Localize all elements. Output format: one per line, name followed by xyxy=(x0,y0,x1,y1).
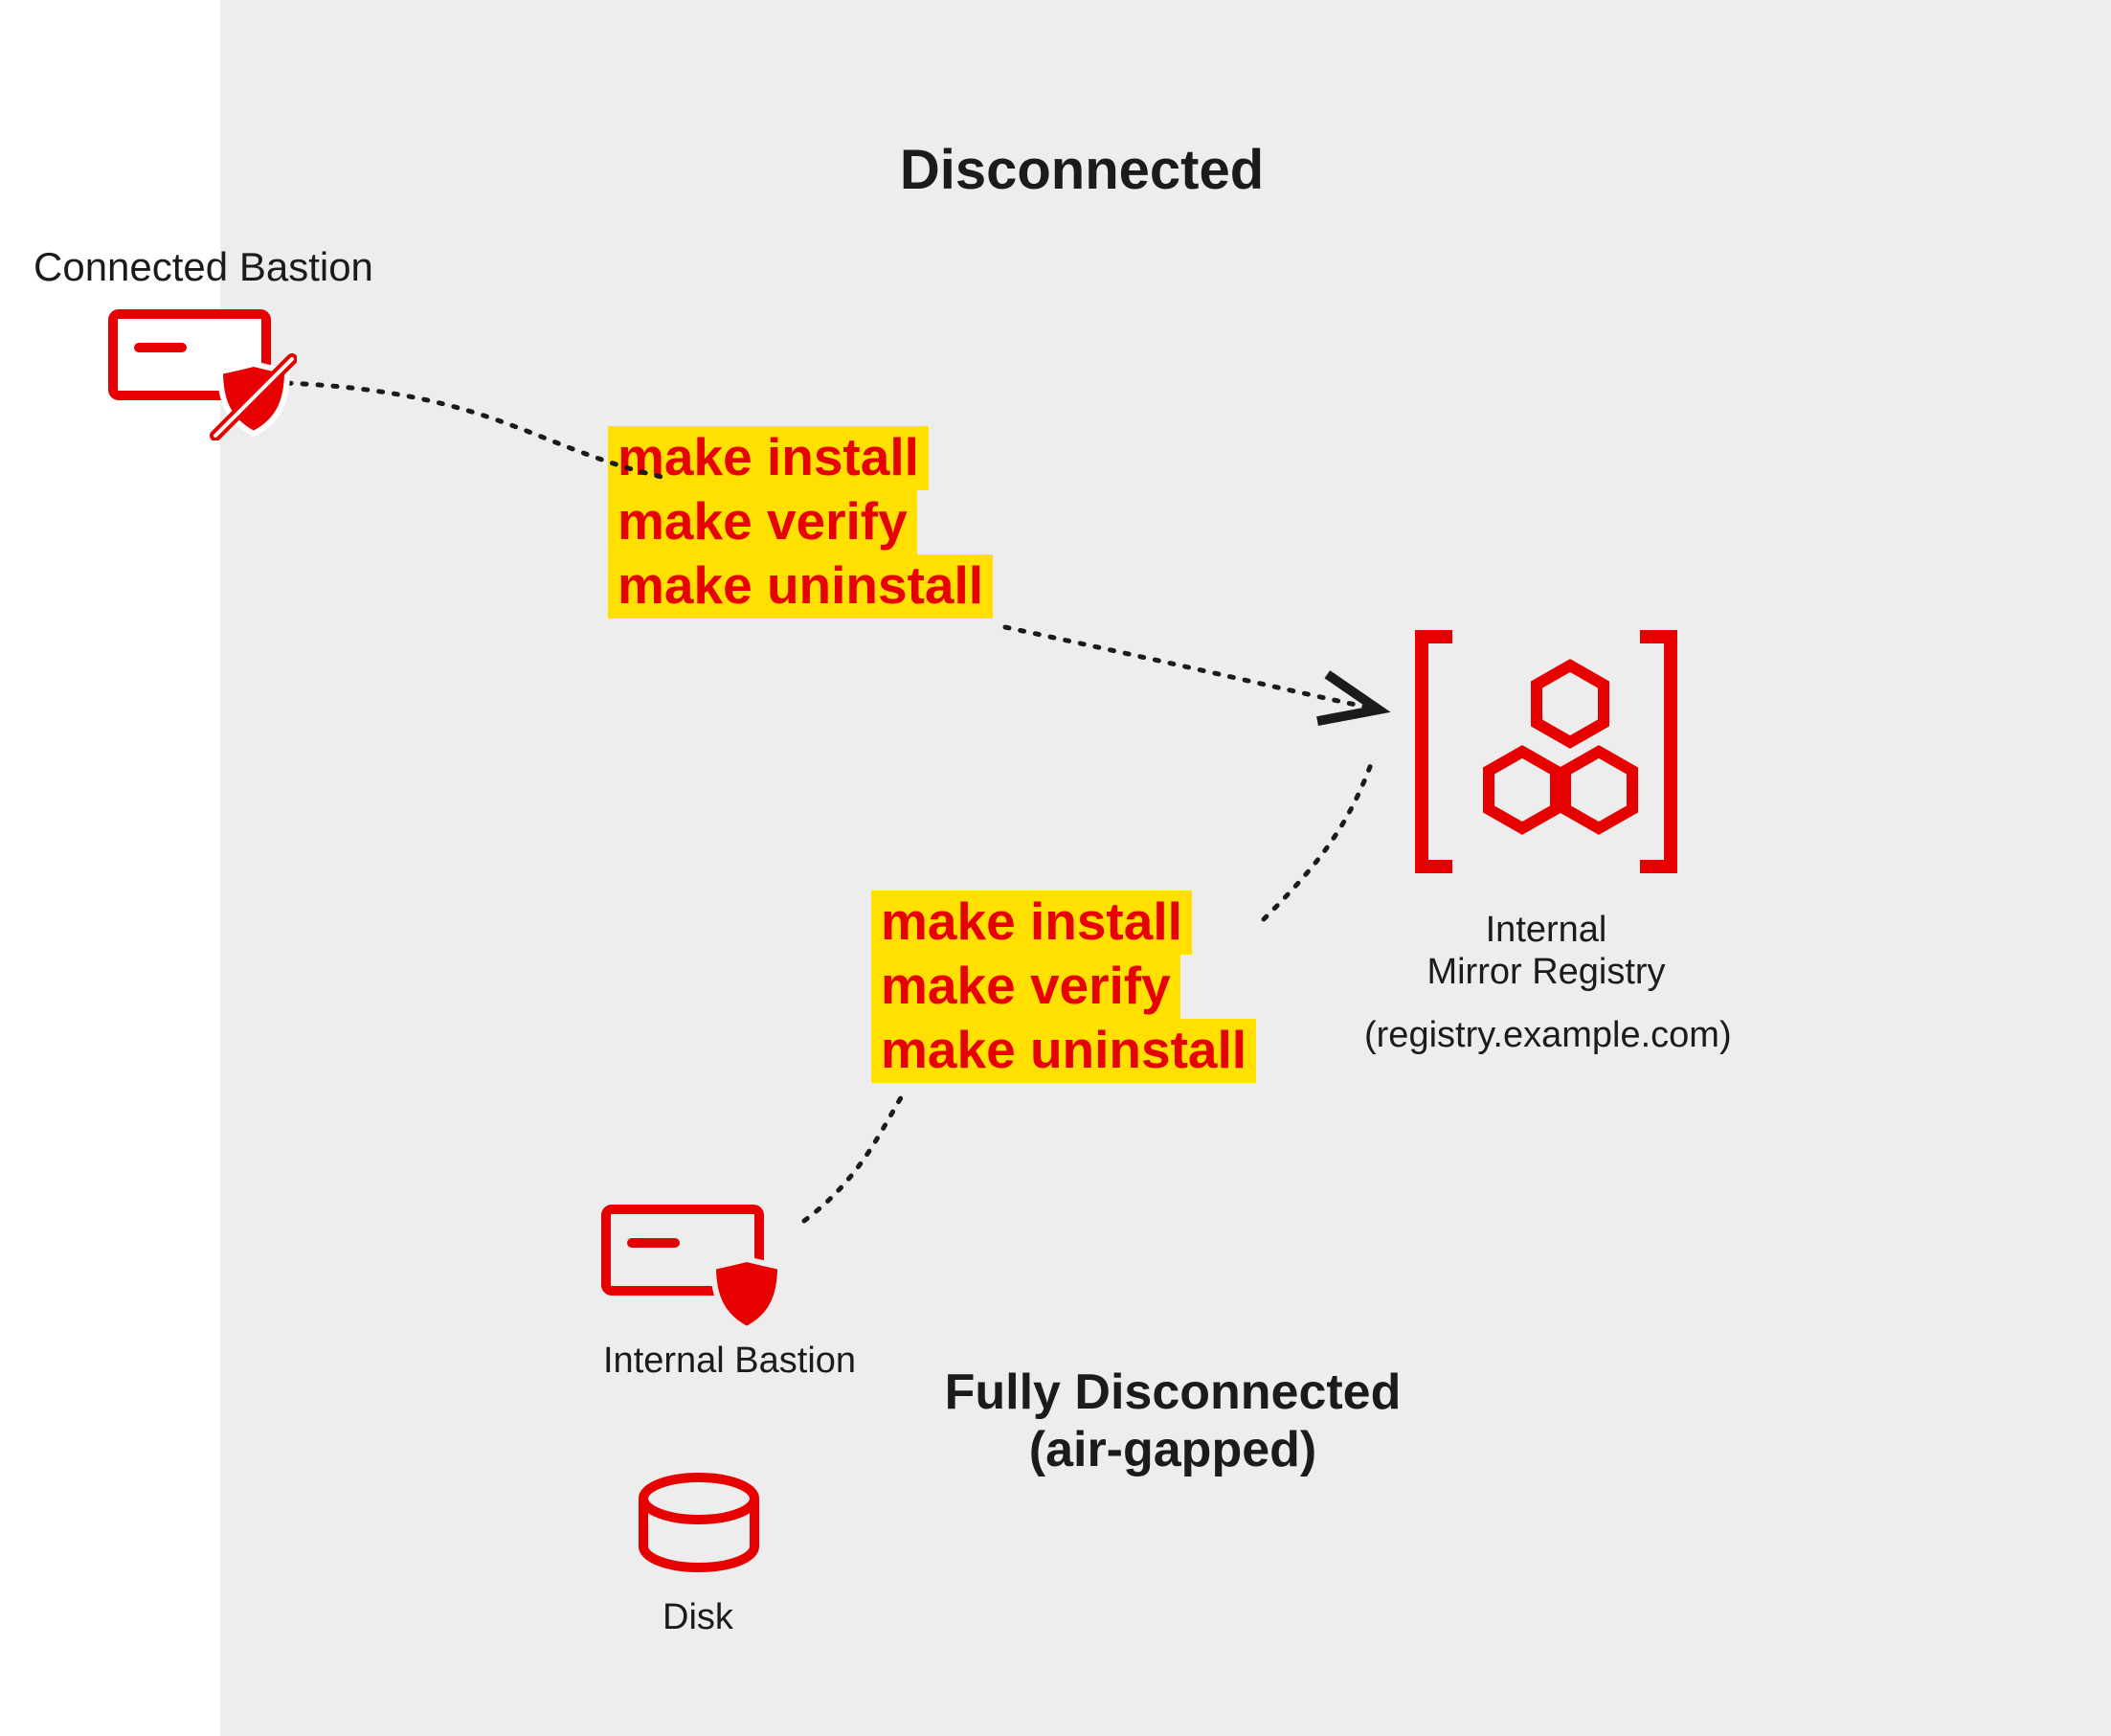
mirror-registry-hostname: (registry.example.com) xyxy=(1364,1015,1728,1057)
zone-title-disconnected: Disconnected xyxy=(842,139,1321,203)
mirror-registry-line2: Mirror Registry xyxy=(1426,952,1665,992)
bastion-icon xyxy=(105,306,297,440)
cmd-1-2: make verify xyxy=(608,490,917,554)
cmd-2-3: make uninstall xyxy=(871,1019,1256,1083)
commands-block-2: make install make verify make uninstall xyxy=(871,891,1256,1083)
zone-title-fully-disconnected: Fully Disconnected (air-gapped) xyxy=(900,1364,1446,1479)
registry-icon xyxy=(1407,622,1685,881)
fully-disconnected-line2: (air-gapped) xyxy=(1029,1422,1316,1477)
cmd-2-1: make install xyxy=(871,891,1192,955)
connected-bastion-label: Connected Bastion xyxy=(34,244,373,290)
disk-label: Disk xyxy=(662,1597,733,1639)
internal-bastion-icon xyxy=(598,1202,790,1336)
cmd-2-2: make verify xyxy=(871,955,1180,1019)
internal-bastion-label: Internal Bastion xyxy=(603,1341,856,1383)
cmd-1-1: make install xyxy=(608,426,929,490)
mirror-registry-line1: Internal xyxy=(1486,910,1607,950)
fully-disconnected-line1: Fully Disconnected xyxy=(945,1364,1402,1420)
cmd-1-3: make uninstall xyxy=(608,554,993,619)
mirror-registry-label: Internal Mirror Registry xyxy=(1398,910,1695,993)
commands-block-1: make install make verify make uninstall xyxy=(608,426,993,619)
disk-icon xyxy=(632,1470,766,1585)
